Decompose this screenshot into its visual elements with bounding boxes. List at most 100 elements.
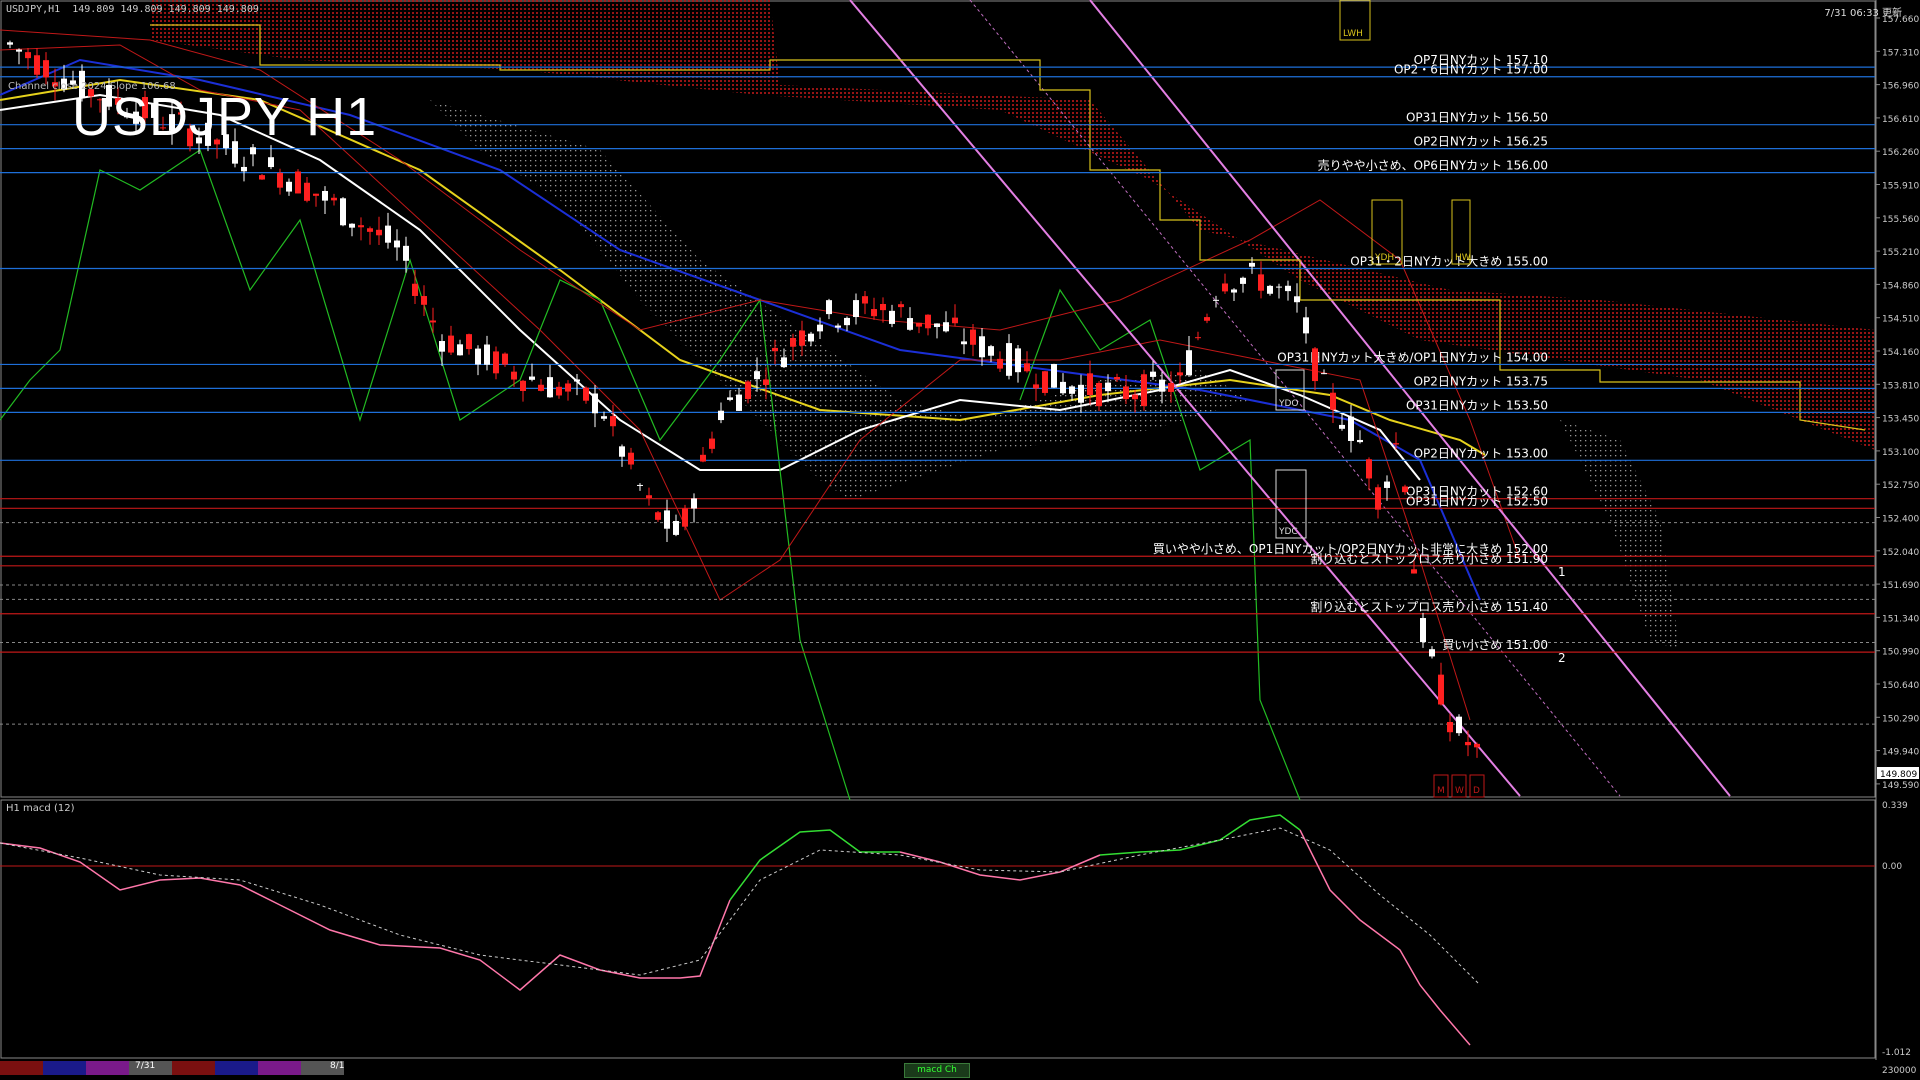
candle-body (1294, 296, 1300, 303)
candle-body (1303, 317, 1309, 334)
axis-tick-label: 151.690 (1882, 581, 1919, 591)
macd-line-down-3 (1299, 829, 1471, 1046)
axis-tick-label: 152.400 (1882, 515, 1919, 525)
level-label-11: OP31日NYカット 152.50 (1406, 494, 1548, 508)
candle-body (322, 190, 328, 201)
candle-body (520, 380, 526, 391)
candle-body (259, 175, 265, 180)
candle-body (1276, 286, 1282, 288)
candle-body (664, 510, 670, 529)
candle-body (313, 193, 319, 196)
axis-tick-label: 153.810 (1882, 381, 1919, 391)
macd-axis-label-2: -1.012 (1882, 1048, 1911, 1058)
level-label-8: OP31日NYカット 153.50 (1406, 398, 1548, 412)
candle-body (1213, 299, 1219, 301)
candle-body (1357, 439, 1363, 443)
candle-body (1465, 741, 1471, 746)
candle-body (673, 521, 679, 535)
level-label-7: OP2日NYカット 153.75 (1414, 374, 1548, 388)
axis-tick-label: 149.590 (1882, 781, 1919, 791)
candle-body (1033, 384, 1039, 389)
axis-tick-label: 155.210 (1882, 248, 1919, 258)
candle-body (1195, 337, 1201, 339)
candle-body (583, 387, 589, 401)
level-label-4: 売りやや小さめ、OP6日NYカット 156.00 (1318, 158, 1548, 173)
macd-line-up-2 (1099, 814, 1301, 856)
candle-body (502, 353, 508, 365)
candle-body (619, 446, 625, 457)
tab-macd[interactable]: macd Ch (904, 1063, 970, 1078)
candle-body (493, 351, 499, 374)
candle-body (1222, 283, 1228, 292)
candle-body (1240, 277, 1246, 284)
chart-canvas[interactable]: OP7日NYカット 157.10OP2・6日NYカット 157.00OP31日N… (0, 0, 1920, 1080)
candle-body (241, 166, 247, 172)
price-axis[interactable]: 157.660157.310156.960156.610156.260155.9… (1875, 0, 1919, 1076)
box-m-label: M (1437, 786, 1445, 796)
candle-body (1447, 721, 1453, 733)
candle-body (1060, 381, 1066, 394)
candle-body (1285, 285, 1291, 292)
candle-body (1150, 371, 1156, 377)
candle-body (835, 325, 841, 328)
axis-tick-label: 154.860 (1882, 281, 1919, 291)
level-label-1: OP2・6日NYカット 157.00 (1394, 63, 1548, 77)
macd-line-up-1 (729, 829, 900, 901)
candle-body (943, 322, 949, 332)
candle-body (1312, 348, 1318, 382)
candle-body (592, 393, 598, 414)
box-d-label: D (1473, 786, 1480, 796)
candle-body (1411, 569, 1417, 574)
axis-tick-label: 153.450 (1882, 415, 1919, 425)
level-label-13: 割り込むとストップロス売り小さめ 151.90 (1310, 551, 1548, 566)
level-label-2: OP31日NYカット 156.50 (1406, 111, 1548, 125)
candle-body (16, 49, 22, 52)
candle-body (403, 245, 409, 261)
candle-body (808, 333, 814, 342)
candle-body (430, 320, 436, 323)
candle-body (466, 334, 472, 350)
candle-body (1114, 377, 1120, 380)
candle-body (970, 329, 976, 345)
candle-body (1348, 416, 1354, 441)
candle-body (34, 55, 40, 75)
candle-body (691, 498, 697, 509)
candle-body (1159, 379, 1165, 392)
macd-line-down-1 (0, 842, 731, 991)
candle-body (925, 314, 931, 329)
candle-body (817, 324, 823, 332)
candle-body (718, 410, 724, 421)
chart-title-overlay: USDJPY H1 (72, 87, 378, 147)
ichimoku-cloud (150, 0, 1875, 650)
axis-tick-label: 155.560 (1882, 215, 1919, 225)
candle-body (268, 157, 274, 168)
level-mark-15: 2 (1558, 651, 1566, 665)
candle-body (1087, 373, 1093, 396)
candle-body (979, 336, 985, 358)
axis-tick-label: 154.510 (1882, 315, 1919, 325)
date-label: 8/1 (330, 1061, 345, 1071)
candle-body (1069, 386, 1075, 394)
axis-tick-label: 157.310 (1882, 48, 1919, 58)
macd-axis-label-0: 0.339 (1882, 801, 1908, 811)
candle-body (376, 229, 382, 236)
candle-body (1321, 373, 1327, 375)
candle-body (1105, 382, 1111, 392)
candle-body (871, 309, 877, 317)
box-hw-label: HW (1455, 253, 1471, 263)
box-ydc-label: YDC (1278, 527, 1298, 537)
level-label-9: OP2日NYカット 153.00 (1414, 446, 1548, 460)
candle-body (421, 296, 427, 305)
candle-body (880, 303, 886, 311)
candle-body (1177, 372, 1183, 376)
candle-body (529, 376, 535, 380)
candle-body (601, 416, 607, 419)
candle-body (475, 348, 481, 365)
candle-body (934, 323, 940, 328)
axis-tick-label: 156.260 (1882, 148, 1919, 158)
macd-signal-line (0, 827, 1481, 986)
candle-body (538, 384, 544, 391)
candle-body (907, 318, 913, 330)
candle-body (1438, 674, 1444, 705)
candle-body (1402, 486, 1408, 493)
